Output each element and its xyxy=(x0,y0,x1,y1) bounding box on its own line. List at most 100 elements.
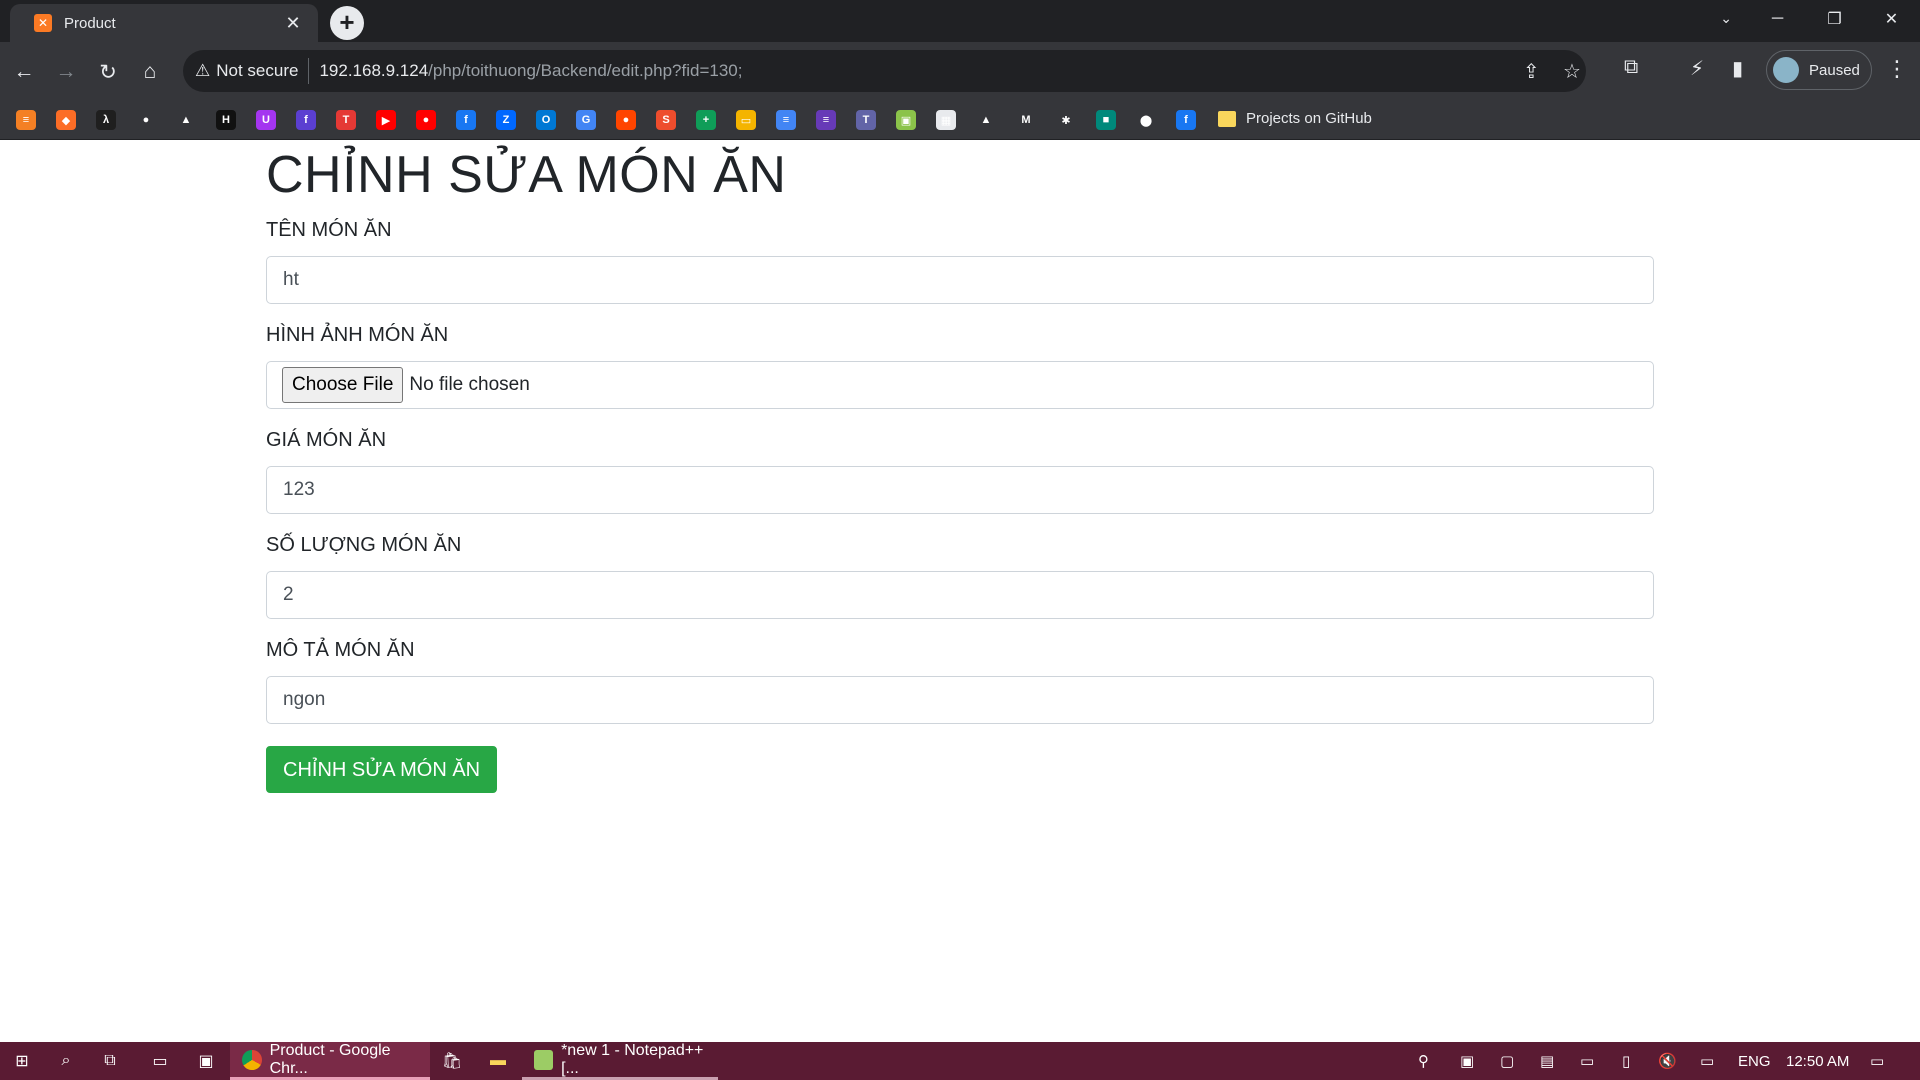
window-controls: ─ ❐ ✕ xyxy=(1749,0,1920,42)
language-indicator[interactable]: ENG xyxy=(1738,1042,1771,1080)
forms-icon[interactable]: ≡ xyxy=(816,110,836,130)
file-status: No file chosen xyxy=(409,374,530,395)
reddit-icon[interactable]: ● xyxy=(616,110,636,130)
bookmark-star-icon[interactable]: ☆ xyxy=(1563,59,1581,84)
youtube-icon[interactable]: ▶ xyxy=(376,110,396,130)
people-icon[interactable]: ⚲ xyxy=(1418,1042,1429,1080)
share-icon[interactable]: ⇪ xyxy=(1523,59,1540,84)
udemy-icon[interactable]: U xyxy=(256,110,276,130)
browser-toolbar: ← → ↻ ⌂ ⚠ Not secure 192.168.9.124/php/t… xyxy=(0,42,1920,100)
store-icon[interactable]: ▦ xyxy=(936,110,956,130)
windows-taskbar: ⊞ ⌕ ⧉ ▭ ▣ Product - Google Chr... 🛍 ▬ *n… xyxy=(0,1042,1920,1080)
submit-edit-button[interactable]: CHỈNH SỬA MÓN ĂN xyxy=(266,746,498,793)
reload-icon[interactable]: ↻ xyxy=(92,56,124,88)
shopee-icon[interactable]: S xyxy=(656,110,676,130)
battery-icon[interactable]: ▭ xyxy=(1580,1042,1594,1080)
drive-icon[interactable]: ▲ xyxy=(976,110,996,130)
tab-title: Product xyxy=(64,14,116,32)
gitlab-icon[interactable]: ◆ xyxy=(56,110,76,130)
image-file-input[interactable]: Choose File No file chosen xyxy=(266,361,1654,409)
bookmark-folder-projects[interactable]: Projects on GitHub xyxy=(1218,110,1372,127)
start-button[interactable]: ⊞ xyxy=(12,1042,32,1080)
windows-icon: ⊞ xyxy=(15,1053,29,1070)
youtube-music-icon[interactable]: ● xyxy=(416,110,436,130)
avatar xyxy=(1773,57,1799,83)
devdocs-icon[interactable]: λ xyxy=(96,110,116,130)
taskbar-app-chrome[interactable]: Product - Google Chr... xyxy=(230,1042,430,1080)
warning-icon: ⚠ xyxy=(195,61,211,80)
teams-icon[interactable]: T xyxy=(856,110,876,130)
usb-icon[interactable]: ▯ xyxy=(1622,1042,1630,1080)
description-input[interactable]: ngon xyxy=(266,676,1654,724)
browser-tab[interactable]: ✕ Product ✕ xyxy=(10,4,318,42)
tray-vm-icon[interactable]: ▤ xyxy=(1540,1042,1554,1080)
folder-icon: ▬ xyxy=(490,1052,506,1069)
sheets-icon[interactable]: + xyxy=(696,110,716,130)
new-tab-button[interactable]: + xyxy=(330,6,364,40)
url-path: /php/toithuong/Backend/edit.php?fid=130; xyxy=(428,61,743,80)
meet-icon[interactable]: ■ xyxy=(1096,110,1116,130)
close-window-icon[interactable]: ✕ xyxy=(1863,0,1920,38)
volume-muted-icon[interactable]: 🔇 xyxy=(1658,1042,1677,1080)
store-button[interactable]: 🛍 xyxy=(442,1042,462,1080)
search-button[interactable]: ⌕ xyxy=(56,1042,76,1080)
tab-search-icon[interactable]: ⌄ xyxy=(1720,10,1732,27)
translate-icon[interactable]: G xyxy=(576,110,596,130)
maps-icon[interactable]: ⬤ xyxy=(1136,110,1156,130)
vercel-icon[interactable]: ▲ xyxy=(176,110,196,130)
stackoverflow-icon[interactable]: ≡ xyxy=(16,110,36,130)
zalo-icon[interactable]: Z xyxy=(496,110,516,130)
back-icon[interactable]: ← xyxy=(8,56,40,88)
side-panel-icon[interactable]: ▮ xyxy=(1732,56,1743,81)
feather-icon[interactable]: f xyxy=(296,110,316,130)
clock[interactable]: 12:50 AM xyxy=(1786,1042,1849,1080)
hackerrank-icon[interactable]: H xyxy=(216,110,236,130)
minimize-icon[interactable]: ─ xyxy=(1749,0,1806,38)
page-content: CHỈNH SỬA MÓN ĂN TÊN MÓN ĂN ht HÌNH ẢNH … xyxy=(0,141,1920,1042)
photos-icon[interactable]: ✱ xyxy=(1056,110,1076,130)
facebook-square-icon[interactable]: f xyxy=(1176,110,1196,130)
task-view-icon: ⧉ xyxy=(104,1052,116,1069)
taskbar-app-notepadpp[interactable]: *new 1 - Notepad++ [... xyxy=(522,1042,718,1080)
store-icon: 🛍 xyxy=(441,1053,463,1070)
tray-app-icon[interactable]: ▣ xyxy=(1460,1042,1474,1080)
performance-icon[interactable]: ⚡ xyxy=(1690,56,1704,81)
photos-frame-icon[interactable]: ▣ xyxy=(896,110,916,130)
outlook-icon[interactable]: O xyxy=(536,110,556,130)
profile-button[interactable]: Paused xyxy=(1766,50,1872,90)
home-icon[interactable]: ⌂ xyxy=(134,56,166,88)
security-chip[interactable]: ⚠ Not secure xyxy=(195,58,310,84)
terminal-button[interactable]: ▭ xyxy=(150,1042,170,1080)
choose-file-button[interactable]: Choose File xyxy=(282,367,404,403)
quantity-input[interactable]: 2 xyxy=(266,571,1654,619)
github-icon[interactable]: ● xyxy=(136,110,156,130)
description-label: MÔ TẢ MÓN ĂN xyxy=(266,639,415,661)
tab-close-icon[interactable]: ✕ xyxy=(282,13,304,34)
quantity-label: SỐ LƯỢNG MÓN ĂN xyxy=(266,534,462,556)
taskbar-app-label: Product - Google Chr... xyxy=(269,1041,391,1077)
browser-menu-icon[interactable]: ⋮ xyxy=(1886,56,1908,82)
docs-icon[interactable]: ≡ xyxy=(776,110,796,130)
edit-form: CHỈNH SỬA MÓN ĂN TÊN MÓN ĂN ht HÌNH ẢNH … xyxy=(266,141,1654,793)
terminal-icon: ▭ xyxy=(152,1053,168,1070)
forward-icon[interactable]: → xyxy=(50,56,82,88)
vscode-button[interactable]: ▣ xyxy=(196,1042,216,1080)
gmail-icon[interactable]: M xyxy=(1016,110,1036,130)
slides-icon[interactable]: ▭ xyxy=(736,110,756,130)
restore-icon[interactable]: ❐ xyxy=(1806,0,1863,38)
folder-icon xyxy=(1218,110,1236,127)
price-input[interactable]: 123 xyxy=(266,466,1654,514)
task-view-button[interactable]: ⧉ xyxy=(100,1042,120,1080)
bookmark-folder-label: Projects on GitHub xyxy=(1246,110,1372,127)
file-explorer-button[interactable]: ▬ xyxy=(488,1042,508,1080)
network-icon[interactable]: ▭ xyxy=(1700,1042,1714,1080)
t-icon[interactable]: T xyxy=(336,110,356,130)
address-bar[interactable]: ⚠ Not secure 192.168.9.124/php/toithuong… xyxy=(183,50,1586,92)
name-input[interactable]: ht xyxy=(266,256,1654,304)
search-icon: ⌕ xyxy=(61,1052,71,1069)
notification-icon[interactable]: ▭ xyxy=(1870,1042,1884,1080)
editor-icon: ▣ xyxy=(198,1053,214,1070)
extensions-icon[interactable]: ⧉ xyxy=(1624,56,1638,79)
tray-snip-icon[interactable]: ▢ xyxy=(1500,1042,1514,1080)
facebook-icon[interactable]: f xyxy=(456,110,476,130)
